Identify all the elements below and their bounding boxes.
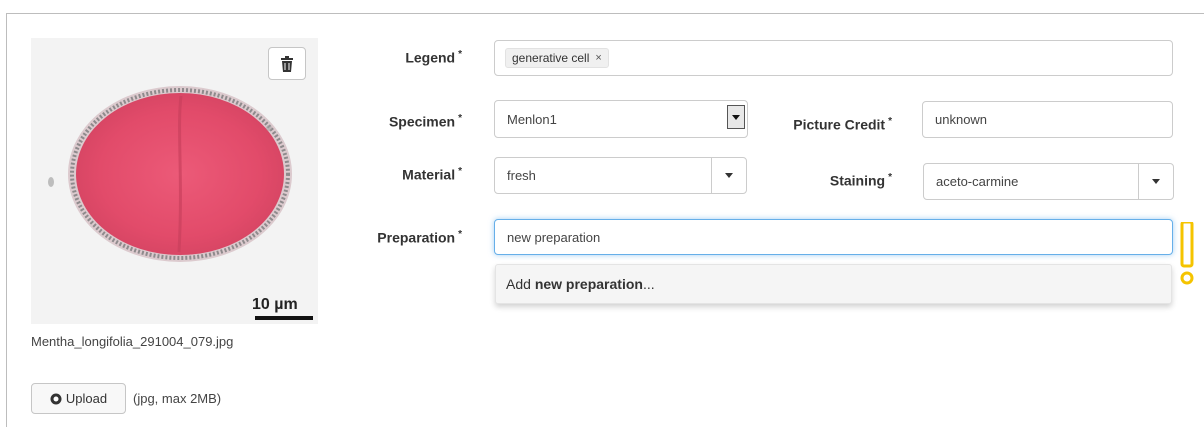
add-preparation-suggestion[interactable]: Add new preparation... <box>495 264 1172 304</box>
preparation-input[interactable] <box>494 219 1173 255</box>
suggestion-bold: new preparation <box>534 276 643 292</box>
chevron-down-icon[interactable] <box>711 158 746 193</box>
staining-select[interactable]: aceto-carmine <box>923 163 1174 200</box>
staining-value: aceto-carmine <box>936 174 1019 189</box>
staining-label: Staining * <box>829 172 892 189</box>
legend-tag: generative cell × <box>505 48 609 68</box>
trash-icon <box>281 55 293 72</box>
scale-label: 10 µm <box>252 296 298 313</box>
suggestion-prefix: Add <box>506 276 531 292</box>
upload-button[interactable]: Upload <box>31 383 126 414</box>
pollen-grain-image <box>31 38 318 324</box>
chevron-down-icon[interactable] <box>727 105 745 129</box>
material-value: fresh <box>507 168 536 183</box>
scale-bar <box>255 316 313 320</box>
specimen-label: Specimen * <box>388 113 462 130</box>
image-filename: Mentha_longifolia_291004_079.jpg <box>31 334 234 349</box>
tag-remove-icon[interactable]: × <box>595 52 601 64</box>
upload-button-label: Upload <box>65 391 108 406</box>
suggestion-suffix: ... <box>642 276 655 292</box>
upload-circle-icon <box>50 393 62 404</box>
preparation-label: Preparation * <box>377 229 462 246</box>
upload-hint: (jpg, max 2MB) <box>133 391 222 406</box>
specimen-value: Menlon1 <box>507 111 557 127</box>
picture-credit-label: Picture Credit * <box>793 116 892 133</box>
specimen-select[interactable]: Menlon1 <box>494 100 748 138</box>
material-select[interactable]: fresh <box>494 157 747 194</box>
legend-tag-input[interactable]: generative cell × <box>494 40 1173 76</box>
material-label: Material * <box>402 166 462 183</box>
legend-tag-label: generative cell <box>512 51 590 65</box>
delete-image-button[interactable] <box>268 47 306 80</box>
chevron-down-icon[interactable] <box>1138 164 1173 199</box>
specimen-image <box>31 38 318 324</box>
picture-credit-input[interactable] <box>922 101 1173 138</box>
legend-label: Legend * <box>405 49 462 66</box>
warning-icon <box>1180 222 1194 285</box>
